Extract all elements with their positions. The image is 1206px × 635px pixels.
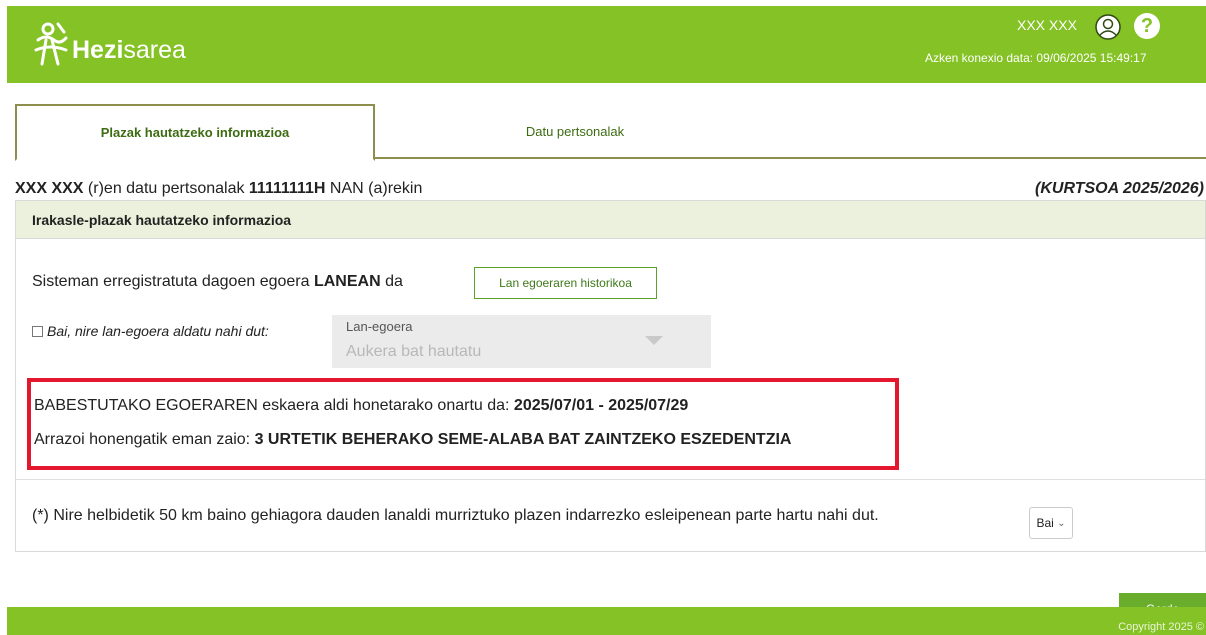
person-name: XXX XXX: [15, 180, 84, 197]
status-suffix: da: [380, 273, 403, 290]
divider: [16, 479, 1205, 480]
status-value: LANEAN: [313, 273, 381, 290]
reason-line: Arrazoi honengatik eman zaio: 3 URTETIK …: [34, 431, 791, 449]
placement-info-panel: Irakasle-plazak hautatzeko informazioa S…: [15, 200, 1206, 552]
personal-data-title: XXX XXX (r)en datu pertsonalak 11111111H…: [15, 180, 1206, 198]
last-login-date: Azken konexio data: 09/06/2025 15:49:17: [925, 51, 1147, 65]
select-placeholder: Aukera bat hautatu: [346, 343, 482, 360]
work-status-select[interactable]: Lan-egoera Aukera bat hautatu: [332, 315, 711, 368]
brand-name-rest: sarea: [123, 35, 186, 64]
answer-value: Bai: [1036, 516, 1054, 530]
change-status-checkbox[interactable]: [32, 325, 43, 337]
logo-icon: [34, 22, 68, 66]
reason-prefix: Arrazoi honengatik eman zaio:: [34, 431, 255, 448]
app-footer: Copyright 2025 ©: [7, 607, 1206, 635]
app-header: Hezisarea XXX XXX ? Azken konexio data: …: [7, 6, 1206, 83]
select-label: Lan-egoera: [346, 319, 413, 334]
reason-value: 3 URTETIK BEHERAKO SEME-ALABA BAT ZAINTZ…: [254, 431, 792, 448]
tab-placement-info[interactable]: Plazak hautatzeko informazioa: [15, 104, 375, 161]
work-status-row: Sisteman erregistratuta dagoen egoera LA…: [32, 273, 403, 291]
chevron-down-icon: [645, 336, 663, 345]
title-suffix: NAN (a)rekin: [325, 180, 423, 197]
course-label: (KURTSOA 2025/2026): [1035, 180, 1204, 197]
help-icon[interactable]: ?: [1134, 13, 1160, 39]
protected-prefix: BABESTUTAKO EGOERAREN eskaera aldi honet…: [34, 397, 514, 414]
protected-status-line: BABESTUTAKO EGOERAREN eskaera aldi honet…: [34, 397, 688, 415]
panel-heading: Irakasle-plazak hautatzeko informazioa: [16, 201, 1205, 239]
status-prefix: Sisteman erregistratuta dagoen egoera: [32, 273, 314, 290]
tab-bar: Plazak hautatzeko informazioa Datu perts…: [15, 104, 1206, 161]
distance-question: (*) Nire helbidetik 50 km baino gehiagor…: [32, 507, 879, 524]
chevron-down-icon: ⌄: [1057, 517, 1066, 529]
distance-answer-select[interactable]: Bai ⌄: [1029, 507, 1073, 539]
work-status-history-button[interactable]: Lan egoeraren historikoa: [474, 267, 657, 299]
change-status-label: Bai, nire lan-egoera aldatu nahi dut:: [47, 323, 269, 339]
user-avatar-icon[interactable]: [1095, 14, 1121, 40]
hezisarea-logo[interactable]: Hezisarea: [32, 16, 186, 72]
title-mid: (r)en datu pertsonalak: [83, 180, 249, 197]
tab-personal-data[interactable]: Datu pertsonalak: [375, 104, 775, 159]
person-id: 11111111H: [248, 180, 326, 197]
user-name[interactable]: XXX XXX: [1017, 17, 1077, 33]
brand-name-bold: Hezi: [72, 35, 124, 64]
protected-dates: 2025/07/01 - 2025/07/29: [513, 397, 689, 414]
copyright: Copyright 2025 ©: [1118, 621, 1204, 633]
change-status-row: Bai, nire lan-egoera aldatu nahi dut:: [32, 323, 269, 339]
highlight-box: [27, 378, 899, 470]
brand-name: Hezisarea: [72, 26, 186, 63]
